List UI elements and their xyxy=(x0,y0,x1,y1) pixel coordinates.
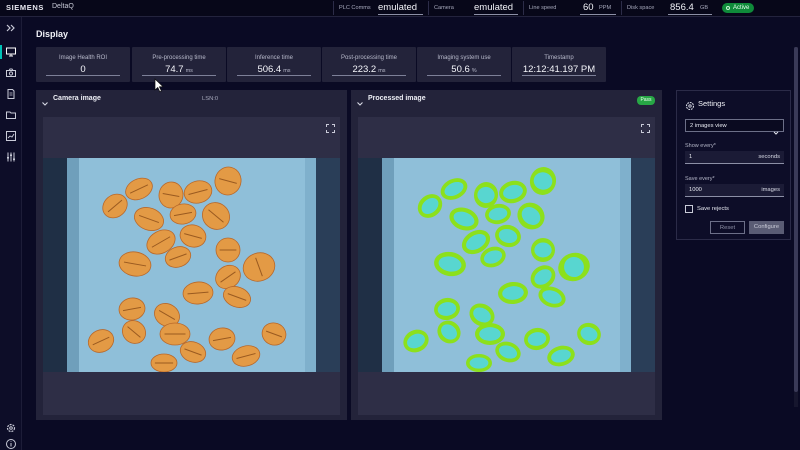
sidebar xyxy=(0,17,22,450)
chevron-down-icon[interactable] xyxy=(356,95,364,106)
metric-value: 223.2 xyxy=(352,64,377,75)
processed-image-panel: Processed image Pass xyxy=(351,90,662,420)
stat-camera: Camera emulated xyxy=(428,1,520,15)
camera-image xyxy=(43,158,340,372)
panel-header[interactable]: Camera image LSN:0 xyxy=(36,90,347,108)
stat-label: Line speed xyxy=(529,5,557,11)
folder-icon[interactable] xyxy=(5,109,17,121)
show-every-label: Show every* xyxy=(685,143,716,149)
stat-label: Camera xyxy=(434,5,454,11)
pass-badge: Pass xyxy=(637,96,655,105)
metric-value: 0 xyxy=(80,64,86,75)
metric-imaging-system-use: Imaging system use 50.6% xyxy=(417,47,511,82)
metric-value: 12:12:41.197 PM xyxy=(522,64,596,75)
status-badge: Active xyxy=(722,3,754,13)
metric-label: Timestamp xyxy=(544,55,574,61)
chevron-down-icon xyxy=(773,123,779,135)
camera-icon[interactable] xyxy=(5,67,17,79)
gear-icon[interactable] xyxy=(5,422,17,434)
top-bar: SIEMENS DeltaQ PLC Comms emulated Camera… xyxy=(0,0,800,17)
metric-unit: ms xyxy=(185,68,193,74)
monitor-icon[interactable] xyxy=(0,45,17,59)
processed-image xyxy=(358,158,655,372)
document-icon[interactable] xyxy=(5,88,17,100)
scrollbar-thumb[interactable] xyxy=(794,47,798,392)
reset-button[interactable]: Reset xyxy=(710,221,745,234)
settings-title: Settings xyxy=(698,99,726,108)
fullscreen-icon[interactable] xyxy=(326,120,335,133)
stat-unit: PPM xyxy=(599,5,612,11)
metric-label: Inference time xyxy=(254,55,294,61)
configure-button[interactable]: Configure xyxy=(749,221,784,234)
stat-label: PLC Comms xyxy=(339,5,371,11)
stat-value: emulated xyxy=(378,2,418,13)
metric-value: 74.7 xyxy=(165,64,184,75)
processed-image-frame xyxy=(358,117,655,415)
save-every-label: Save every* xyxy=(685,176,715,182)
save-rejects-label: Save rejects xyxy=(697,206,729,212)
brand-logo: SIEMENS xyxy=(6,3,44,12)
metric-pre-processing-time: Pre-processing time 74.7 ms xyxy=(132,47,226,82)
stat-line-speed: Line speed 60 PPM xyxy=(523,1,619,15)
panel-header[interactable]: Processed image Pass xyxy=(351,90,662,108)
metric-unit: % xyxy=(471,68,477,74)
metric-label: Pre-processing time xyxy=(152,55,206,61)
panel-title: Camera image xyxy=(53,95,101,102)
stat-disk-space: Disk space 856.4 GB xyxy=(621,1,717,15)
metric-label: Post-processing time xyxy=(340,55,398,61)
status-dot-icon xyxy=(726,6,730,10)
chart-icon[interactable] xyxy=(5,130,17,142)
camera-image-panel: Camera image LSN:0 xyxy=(36,90,347,420)
gear-icon xyxy=(685,98,695,111)
metric-value: 50.6 xyxy=(451,64,470,75)
stat-unit: GB xyxy=(700,5,709,11)
panel-title: Processed image xyxy=(368,95,426,102)
stat-plc-comms: PLC Comms emulated xyxy=(333,1,426,15)
metric-image-health-roi: Image Health ROI 0 xyxy=(36,47,130,82)
mouse-cursor-icon xyxy=(154,78,164,93)
chevron-down-icon[interactable] xyxy=(41,95,49,106)
metric-value: 506.4 xyxy=(257,64,282,75)
save-rejects-checkbox[interactable] xyxy=(685,205,693,213)
save-every-input[interactable]: 1000 images xyxy=(685,184,784,197)
show-every-input[interactable]: 1 seconds xyxy=(685,151,784,164)
metric-inference-time: Inference time 506.4 ms xyxy=(227,47,321,82)
fullscreen-icon[interactable] xyxy=(641,120,650,133)
metric-label: Image Health ROI xyxy=(58,55,108,61)
stat-value: emulated xyxy=(474,2,514,13)
sliders-icon[interactable] xyxy=(5,151,17,163)
metric-post-processing-time: Post-processing time 223.2 ms xyxy=(322,47,416,82)
app-name: DeltaQ xyxy=(52,3,74,10)
metric-unit: ms xyxy=(283,68,291,74)
expand-icon[interactable] xyxy=(5,22,17,34)
stat-label: Disk space xyxy=(627,5,655,11)
camera-image-frame xyxy=(43,117,340,415)
view-mode-select[interactable]: 2 images view xyxy=(685,119,784,135)
lsn-label: LSN:0 xyxy=(202,96,219,102)
info-icon[interactable] xyxy=(5,438,17,450)
metric-timestamp: Timestamp 12:12:41.197 PM xyxy=(512,47,606,82)
settings-panel: Settings 2 images view Show every* 1 sec… xyxy=(676,90,791,240)
stat-value: 60 xyxy=(583,2,594,13)
page-title: Display xyxy=(36,29,69,39)
stat-value: 856.4 xyxy=(670,2,694,13)
metric-unit: ms xyxy=(378,68,386,74)
metric-label: Imaging system use xyxy=(437,55,491,61)
scrollbar[interactable] xyxy=(794,47,798,407)
